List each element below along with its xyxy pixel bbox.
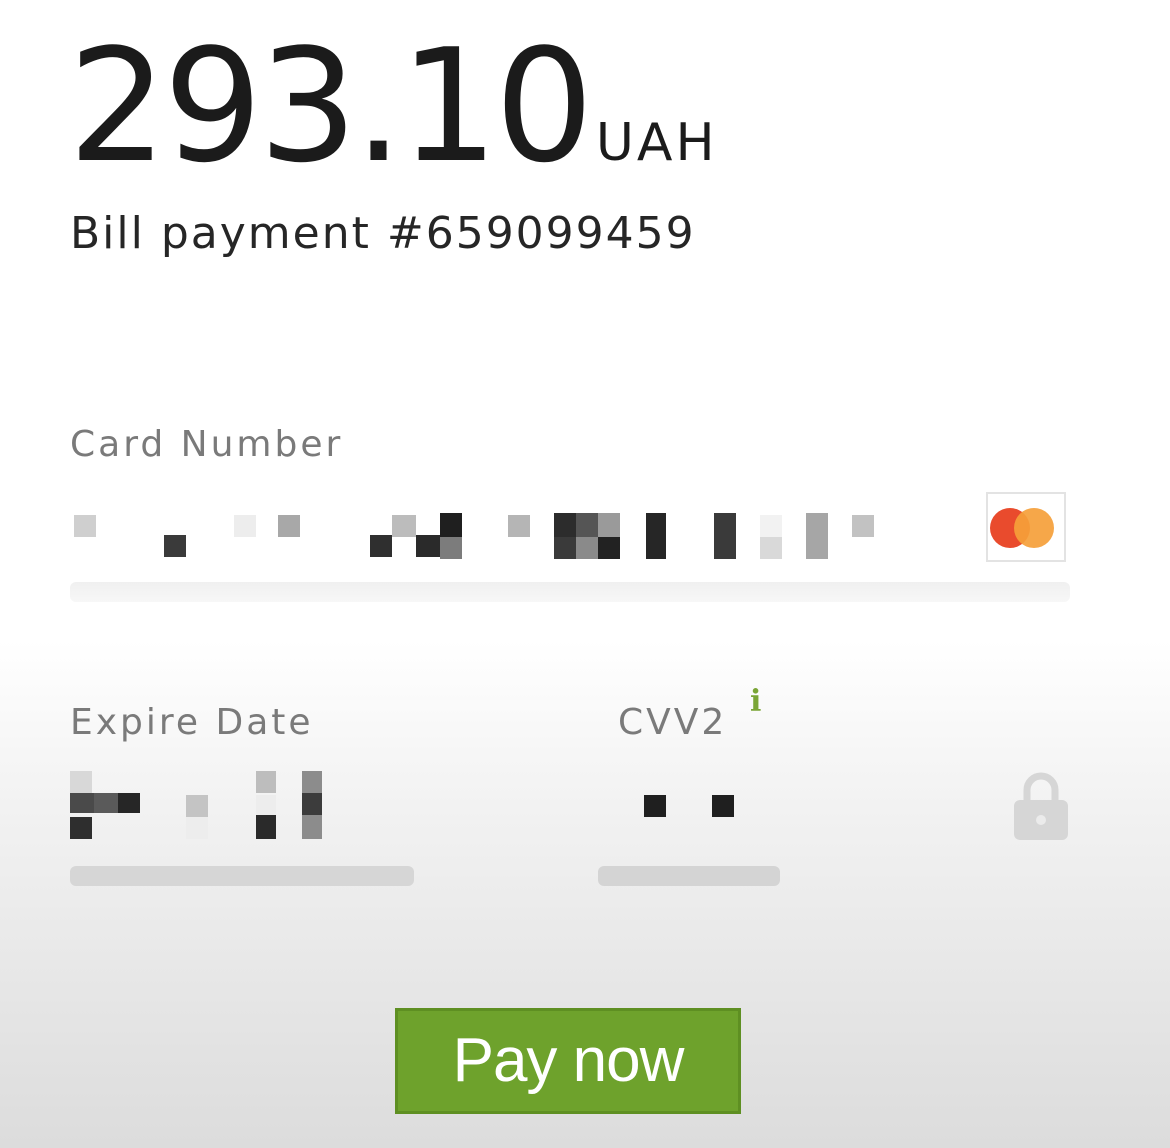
masked-pixel [760,537,782,559]
card-brand [986,492,1066,562]
expire-date-input[interactable] [70,765,415,845]
masked-pixel [302,793,322,815]
masked-pixel [256,795,276,815]
amount-currency: UAH [595,113,718,173]
payment-amount: 293.10 UAH [68,28,718,184]
card-number-input[interactable] [70,505,980,575]
masked-pixel [392,515,416,537]
masked-pixel [644,795,666,817]
cvv-label: CVV2 [618,702,728,743]
masked-pixel [118,793,140,813]
card-number-label: Card Number [70,424,344,465]
masked-pixel [70,771,92,793]
masked-pixel [164,535,186,557]
card-number-underline [70,582,1070,602]
masked-pixel [714,513,736,559]
cvv-input[interactable] [598,775,780,845]
masked-pixel [370,535,392,557]
lock-icon [1014,772,1068,840]
masked-pixel [760,515,782,537]
pay-now-button[interactable]: Pay now [395,1008,741,1114]
amount-value: 293.10 [68,15,594,197]
expire-date-label: Expire Date [70,702,314,743]
masked-pixel [554,513,576,537]
masked-pixel [70,817,92,839]
masked-pixel [440,513,462,537]
masked-pixel [278,515,300,537]
masked-pixel [554,537,576,559]
masked-pixel [234,515,256,537]
masked-pixel [852,515,874,537]
masked-pixel [256,771,276,793]
masked-pixel [186,817,208,839]
masked-pixel [576,513,598,537]
bill-description: Bill payment #659099459 [70,208,696,259]
expire-date-underline [70,866,414,886]
cvv-info-icon[interactable]: i [750,684,761,719]
mastercard-orange-circle [1014,508,1054,548]
masked-pixel [598,513,620,537]
masked-pixel [74,515,96,537]
masked-pixel [712,795,734,817]
masked-pixel [416,535,440,557]
masked-pixel [70,793,94,813]
masked-pixel [598,537,620,559]
masked-pixel [186,795,208,817]
masked-pixel [256,815,276,839]
masked-pixel [576,537,598,559]
masked-pixel [646,513,666,559]
cvv-underline [598,866,780,886]
masked-pixel [508,515,530,537]
masked-pixel [806,513,828,559]
masked-pixel [94,793,118,813]
masked-pixel [440,537,462,559]
